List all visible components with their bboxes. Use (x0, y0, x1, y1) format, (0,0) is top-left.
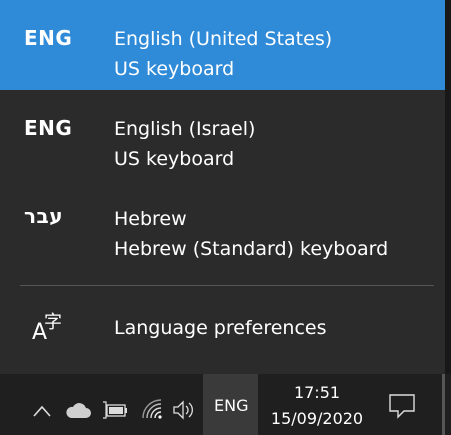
language-code: ENG (24, 26, 73, 50)
clock-button[interactable]: 17:51 15/09/2020 (262, 374, 372, 435)
clock-time: 17:51 (293, 383, 341, 402)
language-name: English (United States) (114, 28, 333, 50)
volume-speaker-icon[interactable] (172, 395, 196, 425)
input-indicator-button[interactable]: ENG (203, 374, 258, 435)
language-item-english-us[interactable]: ENG English (United States) US keyboard (0, 0, 445, 90)
keyboard-layout: Hebrew (Standard) keyboard (114, 238, 389, 260)
battery-charging-icon[interactable] (101, 395, 129, 425)
language-preferences-label: Language preferences (114, 317, 327, 339)
language-preferences-icon: A 字 (32, 312, 62, 345)
language-item-hebrew[interactable]: עבר Hebrew Hebrew (Standard) keyboard (0, 188, 445, 278)
language-code: ENG (24, 116, 73, 140)
language-item-english-israel[interactable]: ENG English (Israel) US keyboard (0, 98, 445, 188)
language-preferences-link[interactable]: A 字 Language preferences (0, 298, 445, 358)
show-hidden-icons-chevron-up-icon[interactable] (32, 396, 52, 426)
show-desktop-button[interactable] (442, 374, 445, 435)
language-code: עבר (24, 204, 64, 228)
language-name: English (Israel) (114, 118, 256, 140)
clock-date: 15/09/2020 (270, 409, 364, 428)
keyboard-layout: US keyboard (114, 148, 235, 170)
language-name: Hebrew (114, 208, 187, 230)
divider (20, 285, 434, 286)
input-indicator-label: ENG (214, 396, 249, 415)
onedrive-cloud-icon[interactable] (64, 396, 92, 426)
wifi-icon[interactable] (140, 394, 164, 424)
taskbar: ENG 17:51 15/09/2020 (0, 374, 451, 435)
language-flyout: ENG English (United States) US keyboard … (0, 0, 445, 374)
keyboard-layout: US keyboard (114, 58, 235, 80)
flyout-edge (445, 0, 451, 374)
action-center-notification-icon[interactable] (388, 393, 416, 419)
